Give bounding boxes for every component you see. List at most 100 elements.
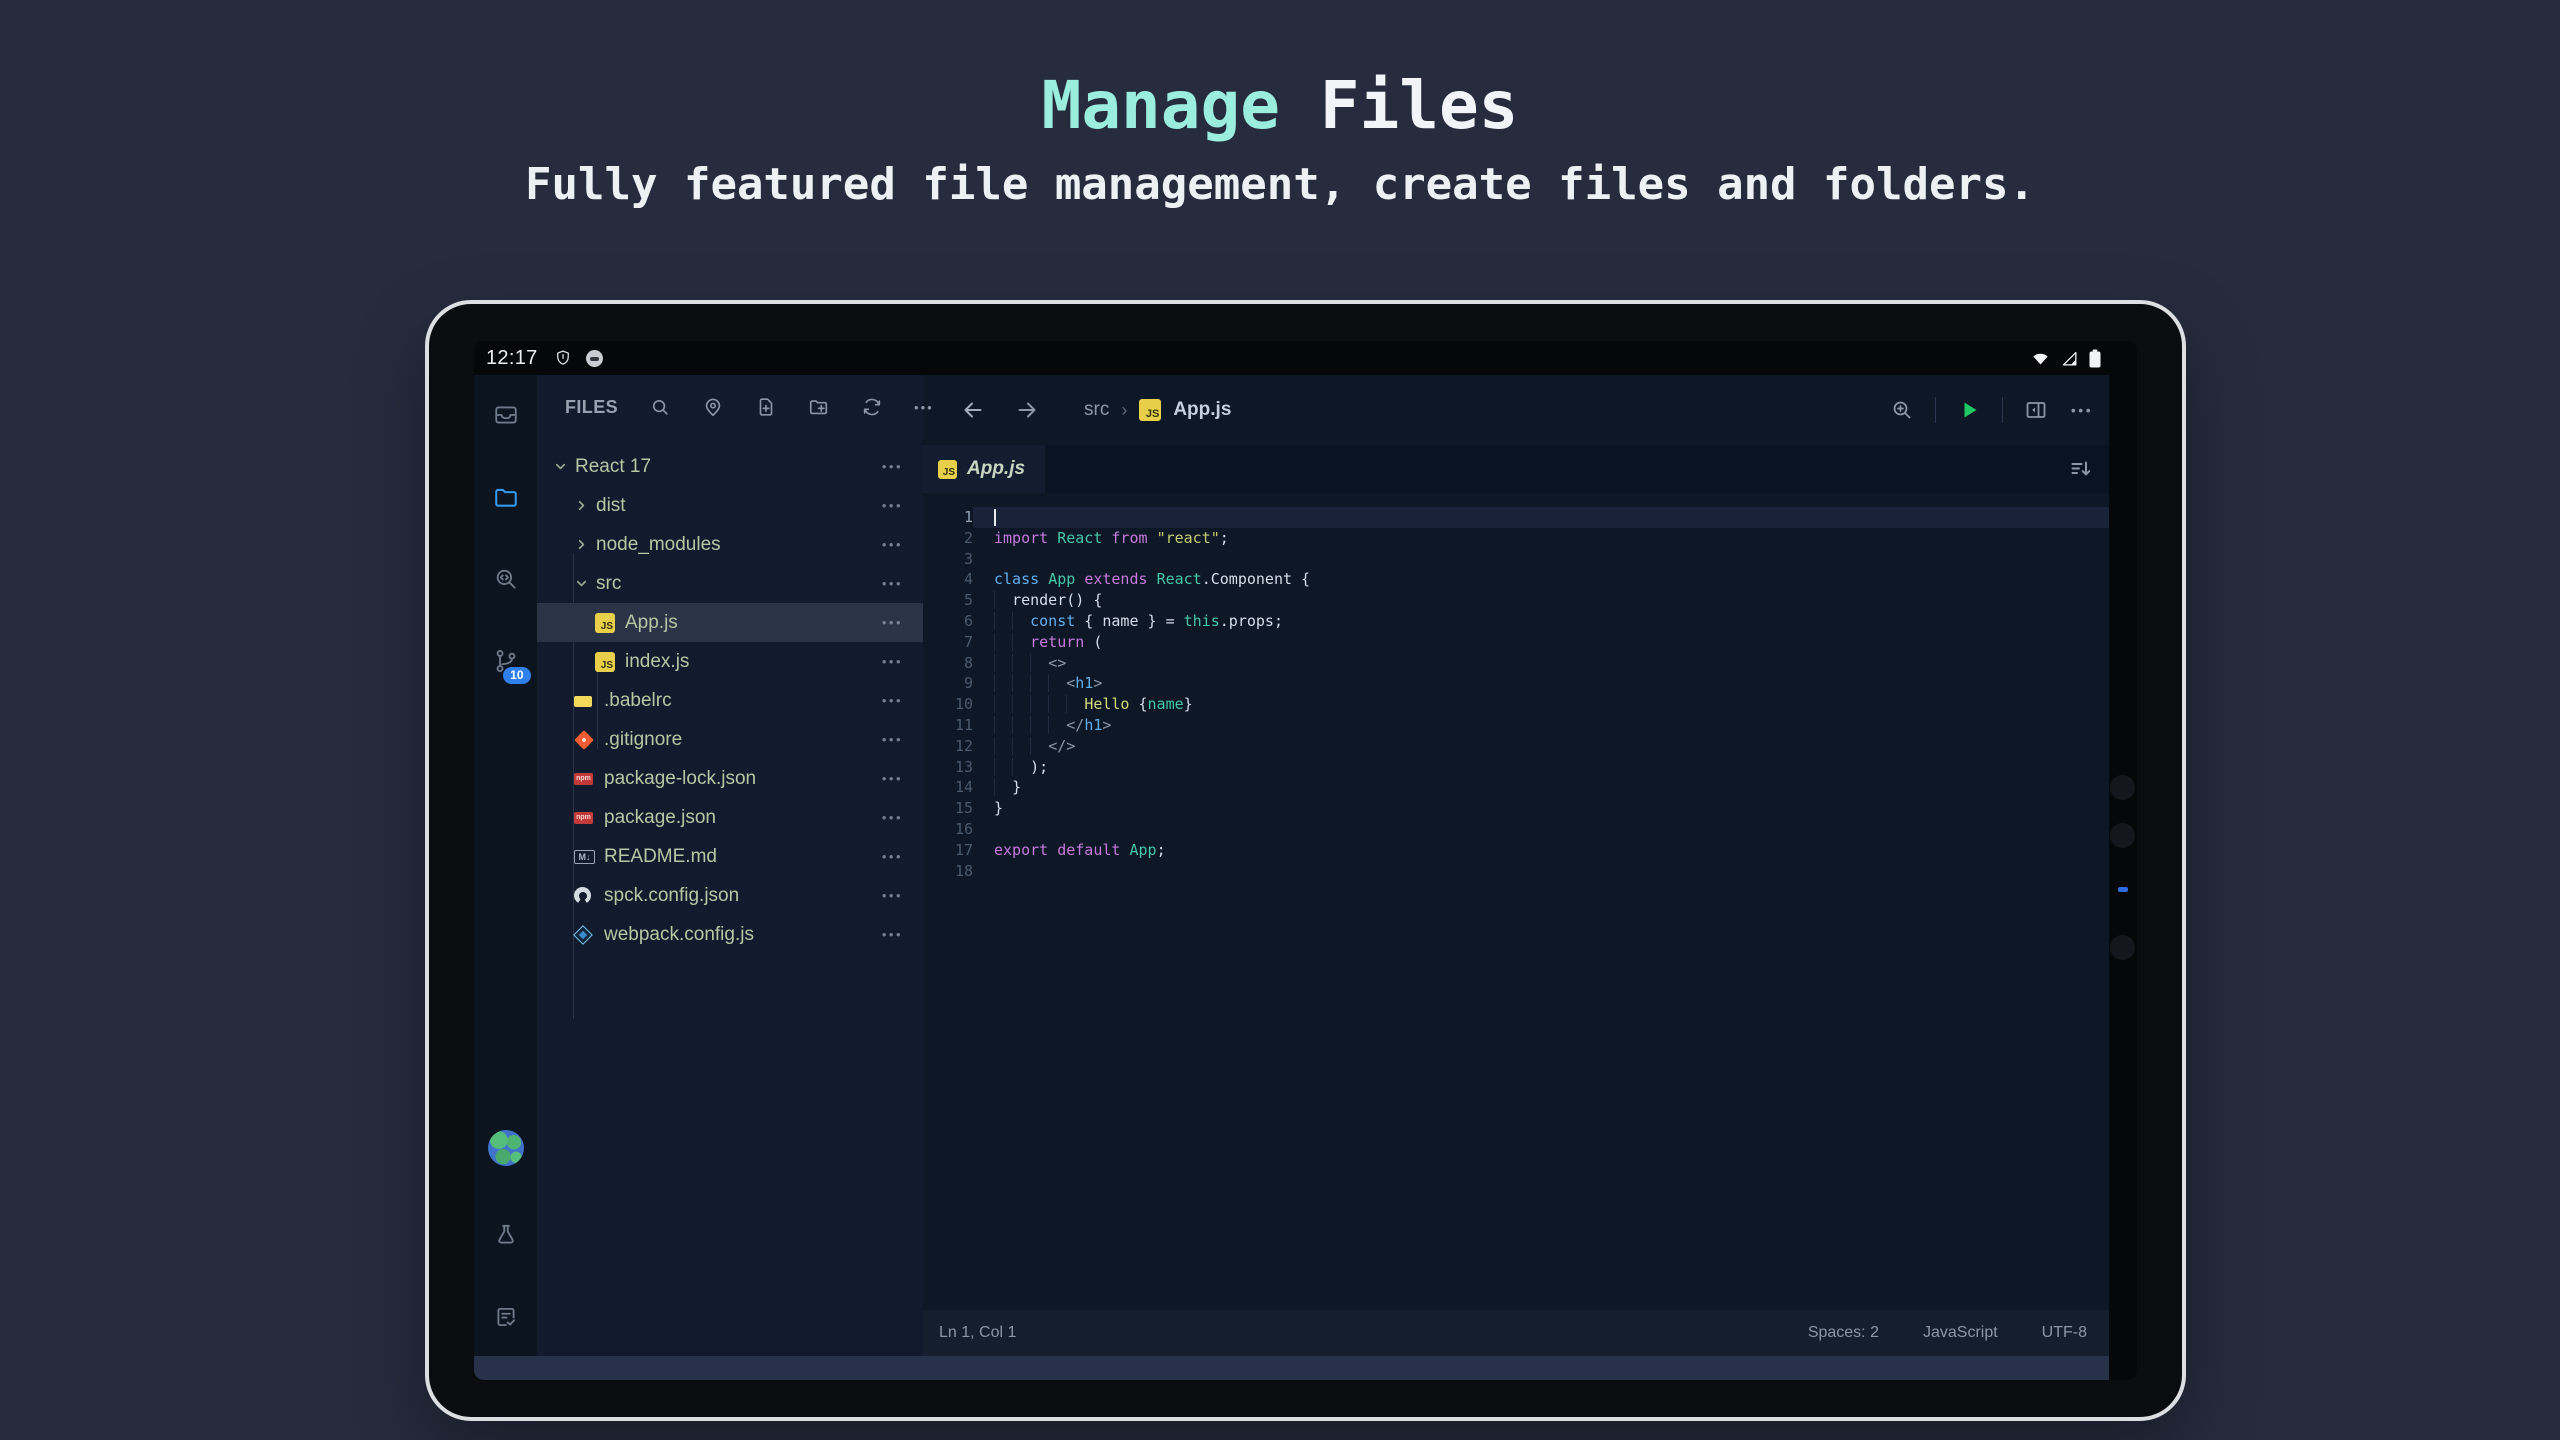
floating-button[interactable] — [2110, 935, 2135, 960]
floating-button[interactable] — [2110, 775, 2135, 800]
new-folder-icon[interactable] — [808, 396, 830, 418]
cursor-position[interactable]: Ln 1, Col 1 — [939, 1324, 1016, 1342]
toolbar-divider — [2002, 397, 2003, 423]
tree-row-index-js[interactable]: JSindex.js••• — [537, 642, 923, 681]
tree-label: README.md — [604, 846, 717, 868]
breadcrumb-folder[interactable]: src — [1084, 399, 1109, 421]
code-line-5[interactable]: 5 render() { — [923, 590, 2109, 611]
row-more-button[interactable]: ••• — [882, 576, 923, 591]
page-title: Manage Files — [0, 66, 2560, 145]
tree-label: React 17 — [575, 456, 651, 478]
code-line-11[interactable]: 11 </h1> — [923, 715, 2109, 736]
tree-row--babelrc[interactable]: .babelrc••• — [537, 681, 923, 720]
android-status-bar: 12:17 — [474, 341, 2137, 375]
tree-row--gitignore[interactable]: .gitignore••• — [537, 720, 923, 759]
row-more-button[interactable]: ••• — [882, 927, 923, 942]
search-icon[interactable] — [649, 396, 671, 418]
tree-row-react-17[interactable]: React 17 ••• — [537, 447, 923, 486]
tab-appjs[interactable]: JS App.js — [923, 445, 1045, 493]
sidebar-item-files[interactable] — [493, 484, 519, 510]
tree-row-dist[interactable]: dist••• — [537, 486, 923, 525]
tree-row-readme-md[interactable]: M↓ README.md ••• — [537, 837, 923, 876]
line-number: 6 — [923, 611, 973, 632]
sidebar-item-git[interactable]: 10 — [493, 648, 519, 674]
gesture-bar — [474, 1356, 2109, 1380]
code-line-3[interactable]: 3 — [923, 549, 2109, 570]
location-pin-icon[interactable] — [702, 396, 724, 418]
tree-row-package-json[interactable]: npmpackage.json••• — [537, 798, 923, 837]
row-more-button[interactable]: ••• — [882, 459, 923, 474]
line-number: 3 — [923, 549, 973, 570]
row-more-button[interactable]: ••• — [882, 654, 923, 669]
tree-row-app-js[interactable]: JSApp.js••• — [537, 603, 923, 642]
code-line-14[interactable]: 14 } — [923, 777, 2109, 798]
tree-row-node-modules[interactable]: node_modules••• — [537, 525, 923, 564]
sidebar-item-search[interactable] — [493, 566, 519, 592]
code-line-2[interactable]: 2import React from "react"; — [923, 528, 2109, 549]
indent-setting[interactable]: Spaces: 2 — [1808, 1324, 1879, 1342]
code-line-18[interactable]: 18 — [923, 861, 2109, 882]
line-number: 17 — [923, 840, 973, 861]
tab-bar: JS App.js — [923, 445, 2109, 493]
files-panel: FILES — [537, 375, 923, 1356]
run-icon[interactable] — [1956, 397, 1982, 423]
js-file-icon: JS — [938, 460, 957, 479]
code-line-12[interactable]: 12 </> — [923, 736, 2109, 757]
language-mode[interactable]: JavaScript — [1923, 1324, 1998, 1342]
code-line-17[interactable]: 17export default App; — [923, 840, 2109, 861]
page-subtitle: Fully featured file management, create f… — [0, 159, 2560, 210]
new-file-icon[interactable] — [755, 396, 777, 418]
markdown-file-icon: M↓ — [574, 850, 595, 864]
row-more-button[interactable]: ••• — [882, 732, 923, 747]
line-number: 8 — [923, 653, 973, 674]
more-icon[interactable]: ••• — [2069, 397, 2095, 423]
hero: Manage Files Fully featured file managem… — [0, 0, 2560, 210]
code-line-7[interactable]: 7 return ( — [923, 632, 2109, 653]
sort-lines-icon[interactable] — [2069, 457, 2109, 481]
line-number: 14 — [923, 777, 973, 798]
tree-row-webpack-config-js[interactable]: webpack.config.js••• — [537, 915, 923, 954]
code-line-13[interactable]: 13 ); — [923, 757, 2109, 778]
row-more-button[interactable]: ••• — [882, 810, 923, 825]
sidebar-item-feedback[interactable] — [493, 1304, 519, 1330]
editor-area: src › JS App.js — [923, 375, 2109, 1356]
refresh-icon[interactable] — [861, 396, 883, 418]
code-line-16[interactable]: 16 — [923, 819, 2109, 840]
tree-row-src[interactable]: src••• — [537, 564, 923, 603]
code-line-9[interactable]: 9 <h1> — [923, 673, 2109, 694]
row-more-button[interactable]: ••• — [882, 537, 923, 552]
sidebar-item-inbox[interactable] — [493, 402, 519, 428]
line-number: 10 — [923, 694, 973, 715]
chevron-right-icon — [574, 537, 596, 552]
sidebar-item-labs[interactable] — [493, 1222, 519, 1248]
code-line-15[interactable]: 15} — [923, 798, 2109, 819]
row-more-button[interactable]: ••• — [882, 615, 923, 630]
more-icon[interactable]: ••• — [914, 396, 934, 418]
code-editor[interactable]: 12import React from "react";34class App … — [923, 493, 2109, 1310]
row-more-button[interactable]: ••• — [882, 771, 923, 786]
panel-toggle-icon[interactable] — [2023, 397, 2049, 423]
back-arrow-icon[interactable] — [960, 397, 986, 423]
activity-rail: 10 — [474, 375, 537, 1356]
forward-arrow-icon[interactable] — [1014, 397, 1040, 423]
sidebar-item-account[interactable] — [488, 1130, 524, 1166]
row-more-button[interactable]: ••• — [882, 693, 923, 708]
code-line-6[interactable]: 6 const { name } = this.props; — [923, 611, 2109, 632]
chevron-right-icon — [574, 498, 596, 513]
row-more-button[interactable]: ••• — [882, 888, 923, 903]
inbox-icon — [493, 402, 519, 428]
code-line-10[interactable]: 10 Hello {name} — [923, 694, 2109, 715]
code-line-8[interactable]: 8 <> — [923, 653, 2109, 674]
tree-label: package-lock.json — [604, 768, 756, 790]
encoding[interactable]: UTF-8 — [2042, 1324, 2087, 1342]
floating-button[interactable] — [2110, 823, 2135, 848]
breadcrumb-file[interactable]: App.js — [1173, 399, 1231, 421]
tree-row-package-lock-json[interactable]: npmpackage-lock.json••• — [537, 759, 923, 798]
row-more-button[interactable]: ••• — [882, 849, 923, 864]
code-line-4[interactable]: 4class App extends React.Component { — [923, 569, 2109, 590]
row-more-button[interactable]: ••• — [882, 498, 923, 513]
zoom-icon[interactable] — [1889, 397, 1915, 423]
code-line-1[interactable]: 1 — [923, 507, 2109, 528]
npm-file-icon: npm — [574, 812, 593, 824]
tree-row-spck-config-json[interactable]: spck.config.json••• — [537, 876, 923, 915]
